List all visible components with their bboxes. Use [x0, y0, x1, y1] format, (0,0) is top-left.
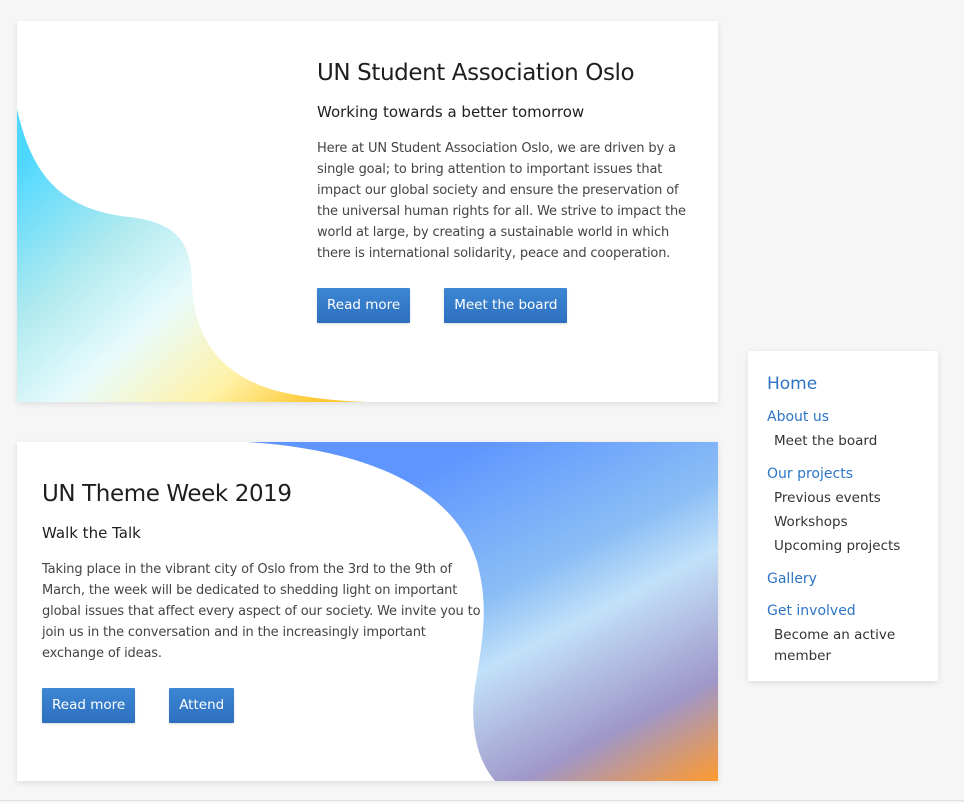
meet-the-board-button[interactable]: Meet the board [444, 288, 568, 323]
theme-week-card: UN Theme Week 2019 Walk the Talk Taking … [17, 442, 718, 781]
theme-week-buttons: Read more Attend [42, 688, 487, 723]
about-subtitle: Working towards a better tomorrow [317, 103, 585, 121]
about-buttons: Read more Meet the board [317, 288, 689, 323]
sidebar-nav: Home About us Meet the board Our project… [748, 351, 938, 681]
nav-home-link[interactable]: Home [767, 373, 932, 395]
nav-meet-the-board-link[interactable]: Meet the board [774, 431, 932, 452]
theme-week-content: UN Theme Week 2019 Walk the Talk Taking … [42, 479, 487, 723]
nav-become-active-member-link[interactable]: Become an active member [774, 625, 932, 667]
read-more-button[interactable]: Read more [42, 688, 136, 723]
about-card: UN Student Association Oslo Working towa… [17, 21, 718, 402]
about-content: UN Student Association Oslo Working towa… [317, 58, 689, 323]
about-title: UN Student Association Oslo [317, 60, 635, 86]
theme-week-description: Taking place in the vibrant city of Oslo… [42, 562, 481, 661]
theme-week-subtitle: Walk the Talk [42, 524, 141, 542]
about-us-submenu: Meet the board [767, 431, 932, 452]
get-involved-submenu: Become an active member [767, 625, 932, 667]
nav-previous-events-link[interactable]: Previous events [774, 488, 932, 509]
nav-workshops-link[interactable]: Workshops [774, 512, 932, 533]
page-bottom-divider [0, 800, 964, 801]
nav-upcoming-projects-link[interactable]: Upcoming projects [774, 536, 932, 557]
nav-about-us-link[interactable]: About us [767, 408, 932, 426]
theme-week-title: UN Theme Week 2019 [42, 481, 292, 507]
about-description: Here at UN Student Association Oslo, we … [317, 141, 686, 261]
nav-get-involved-link[interactable]: Get involved [767, 602, 932, 620]
attend-button[interactable]: Attend [169, 688, 235, 723]
sidebar-menu: Home About us Meet the board Our project… [767, 373, 932, 680]
our-projects-submenu: Previous events Workshops Upcoming proje… [767, 488, 932, 557]
read-more-button[interactable]: Read more [317, 288, 411, 323]
nav-our-projects-link[interactable]: Our projects [767, 465, 932, 483]
nav-gallery-link[interactable]: Gallery [767, 570, 932, 588]
